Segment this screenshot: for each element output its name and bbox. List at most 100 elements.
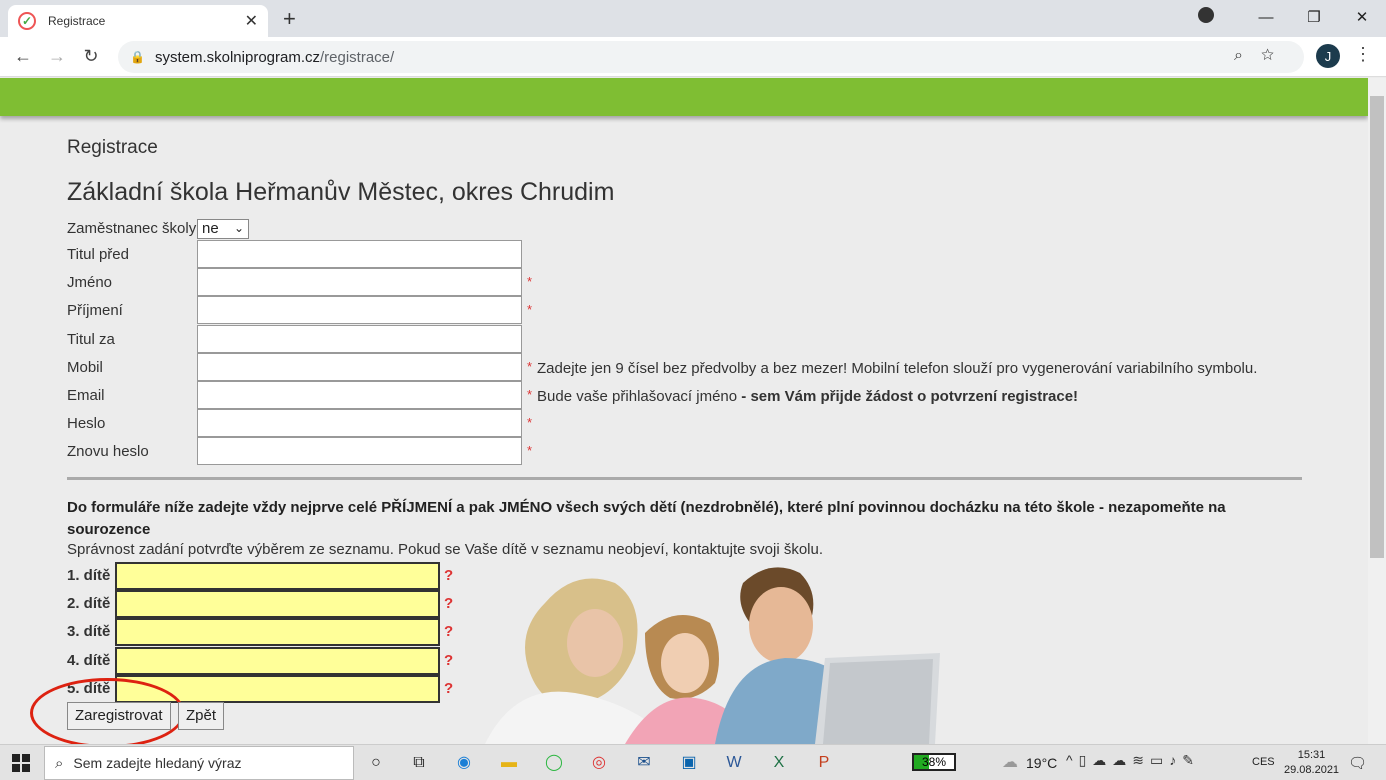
child-label: 2. dítě <box>67 595 111 613</box>
pen-icon[interactable]: ✎ <box>1182 752 1200 768</box>
restore-icon[interactable]: ❐ <box>1290 8 1338 26</box>
clock[interactable]: 15:31 29.08.2021 <box>1284 748 1339 778</box>
titul-pred-input[interactable] <box>197 240 522 268</box>
system-tray[interactable]: ^▯☁☁≋▭♪✎ <box>1066 752 1200 769</box>
window-controls: — ❐ ✕ <box>1194 0 1386 34</box>
address-bar[interactable]: 🔒 system.skolniprogram.cz/registrace/ ⌕☆ <box>118 41 1304 73</box>
zoom-icon[interactable]: ⌕ <box>1234 47 1261 64</box>
child-label: 3. dítě <box>67 623 111 641</box>
clock-time: 15:31 <box>1297 749 1326 761</box>
header-bar <box>0 78 1368 116</box>
minimize-icon[interactable]: — <box>1242 9 1290 26</box>
menu-icon[interactable]: ⋮ <box>1354 44 1372 65</box>
wifi-icon[interactable]: ≋ <box>1132 752 1150 768</box>
help-mark[interactable]: ? <box>444 680 453 697</box>
browser-tab[interactable]: ✓ Registrace ✕ <box>8 5 268 37</box>
windows-start-icon[interactable] <box>12 754 30 772</box>
tray-device-icon[interactable]: ▯ <box>1079 752 1093 768</box>
register-button[interactable]: Zaregistrovat <box>67 702 171 730</box>
employee-select[interactable]: ne ⌄ <box>197 219 249 239</box>
bookmark-star-icon[interactable]: ☆ <box>1261 47 1292 64</box>
whatsapp-icon[interactable]: ◯ <box>542 751 566 775</box>
email-hint-bold: - sem Vám přijde žádost o potvrzení regi… <box>741 388 1079 405</box>
toolbar: ← → ↻ 🔒 system.skolniprogram.cz/registra… <box>0 37 1386 77</box>
avatar[interactable]: J <box>1316 44 1340 68</box>
mobil-label: Mobil <box>67 358 103 376</box>
tray-chevron-icon[interactable]: ^ <box>1066 752 1079 768</box>
search-icon: ⌕ <box>55 754 64 772</box>
edge-icon[interactable]: ◉ <box>452 751 476 775</box>
family-photo <box>485 563 945 744</box>
volume-icon[interactable]: ♪ <box>1169 752 1182 768</box>
close-tab-icon[interactable]: ✕ <box>245 11 258 31</box>
excel-icon[interactable]: X <box>767 751 791 775</box>
taskbar: ⌕ Sem zadejte hledaný výraz ○ ⧉ ◉ ▬ ◯ ◎ … <box>0 744 1386 780</box>
required-mark: * <box>527 274 533 290</box>
outlook-icon[interactable]: ▣ <box>677 751 701 775</box>
cloud-icon[interactable]: ☁ <box>1112 752 1132 768</box>
back-button[interactable]: Zpět <box>178 702 225 730</box>
task-view-icon[interactable]: ⧉ <box>407 751 431 775</box>
reload-icon[interactable]: ↻ <box>74 46 108 67</box>
children-instructions-secondary: Správnost zadání potvrďte výběrem ze sez… <box>67 541 824 558</box>
child-label: 4. dítě <box>67 651 111 669</box>
cortana-icon[interactable]: ○ <box>364 751 388 775</box>
prijmeni-input[interactable] <box>197 296 522 325</box>
child-name-input[interactable] <box>115 562 440 590</box>
lock-icon[interactable]: 🔒 <box>130 50 145 64</box>
jmeno-label: Jméno <box>67 274 113 292</box>
child-label: 1. dítě <box>67 567 111 584</box>
help-mark[interactable]: ? <box>444 623 453 640</box>
onedrive-icon[interactable]: ☁ <box>1092 752 1112 768</box>
battery-indicator[interactable]: 38% <box>912 753 956 771</box>
word-icon[interactable]: W <box>722 751 746 775</box>
child-name-input[interactable] <box>115 646 440 675</box>
weather-icon[interactable]: ☁ <box>998 751 1022 775</box>
mail-icon[interactable]: ✉ <box>632 751 656 775</box>
language-indicator[interactable]: CES <box>1252 756 1275 768</box>
required-mark: * <box>527 443 533 459</box>
titul-za-label: Titul za <box>67 330 115 348</box>
mobil-hint: Zadejte jen 9 čísel bez předvolby a bez … <box>537 359 1258 377</box>
required-mark: * <box>527 302 533 318</box>
back-icon[interactable]: ← <box>6 46 40 67</box>
forward-icon[interactable]: → <box>40 46 74 67</box>
jmeno-input[interactable] <box>197 268 522 297</box>
page-title: Registrace <box>67 137 158 158</box>
znovu-heslo-input[interactable] <box>197 437 522 466</box>
email-input[interactable] <box>197 381 522 409</box>
employee-label: Zaměstnanec školy <box>67 220 197 237</box>
notification-icon[interactable]: 🗨 <box>1348 754 1367 772</box>
titul-za-input[interactable] <box>197 324 522 353</box>
powerpoint-icon[interactable]: P <box>812 751 836 775</box>
temperature[interactable]: 19°C <box>1026 755 1057 771</box>
help-mark[interactable]: ? <box>444 567 453 584</box>
chrome-icon[interactable]: ◎ <box>587 751 611 775</box>
clock-date: 29.08.2021 <box>1284 764 1340 776</box>
file-explorer-icon[interactable]: ▬ <box>497 751 521 775</box>
prijmeni-label: Příjmení <box>67 302 123 320</box>
tab-title: Registrace <box>48 14 106 28</box>
battery-icon[interactable]: ▭ <box>1150 752 1169 768</box>
required-mark: * <box>527 415 533 431</box>
scrollbar-thumb[interactable] <box>1370 96 1384 558</box>
children-instructions: Do formuláře níže zadejte vždy nejprve c… <box>67 499 1226 538</box>
tab-bar: ✓ Registrace ✕ + — ❐ ✕ <box>0 0 1386 37</box>
close-window-icon[interactable]: ✕ <box>1338 8 1386 26</box>
email-hint: Bude vaše přihlašovací jméno - sem Vám p… <box>537 388 1079 405</box>
new-tab-icon[interactable]: + <box>283 6 296 32</box>
profile-menu-icon[interactable] <box>1194 7 1242 27</box>
favicon-icon: ✓ <box>18 12 36 30</box>
child-name-input[interactable] <box>115 590 440 619</box>
email-label: Email <box>67 387 105 404</box>
school-name: Základní škola Heřmanův Městec, okres Ch… <box>67 178 615 206</box>
mobil-input[interactable] <box>197 352 522 381</box>
help-mark[interactable]: ? <box>444 652 453 669</box>
help-mark[interactable]: ? <box>444 595 453 612</box>
required-mark: * <box>527 387 533 402</box>
taskbar-search[interactable]: ⌕ Sem zadejte hledaný výraz <box>44 746 354 780</box>
titul-pred-label: Titul před <box>67 246 129 263</box>
heslo-input[interactable] <box>197 409 522 438</box>
taskbar-search-placeholder: Sem zadejte hledaný výraz <box>73 755 242 771</box>
child-name-input[interactable] <box>115 618 440 647</box>
